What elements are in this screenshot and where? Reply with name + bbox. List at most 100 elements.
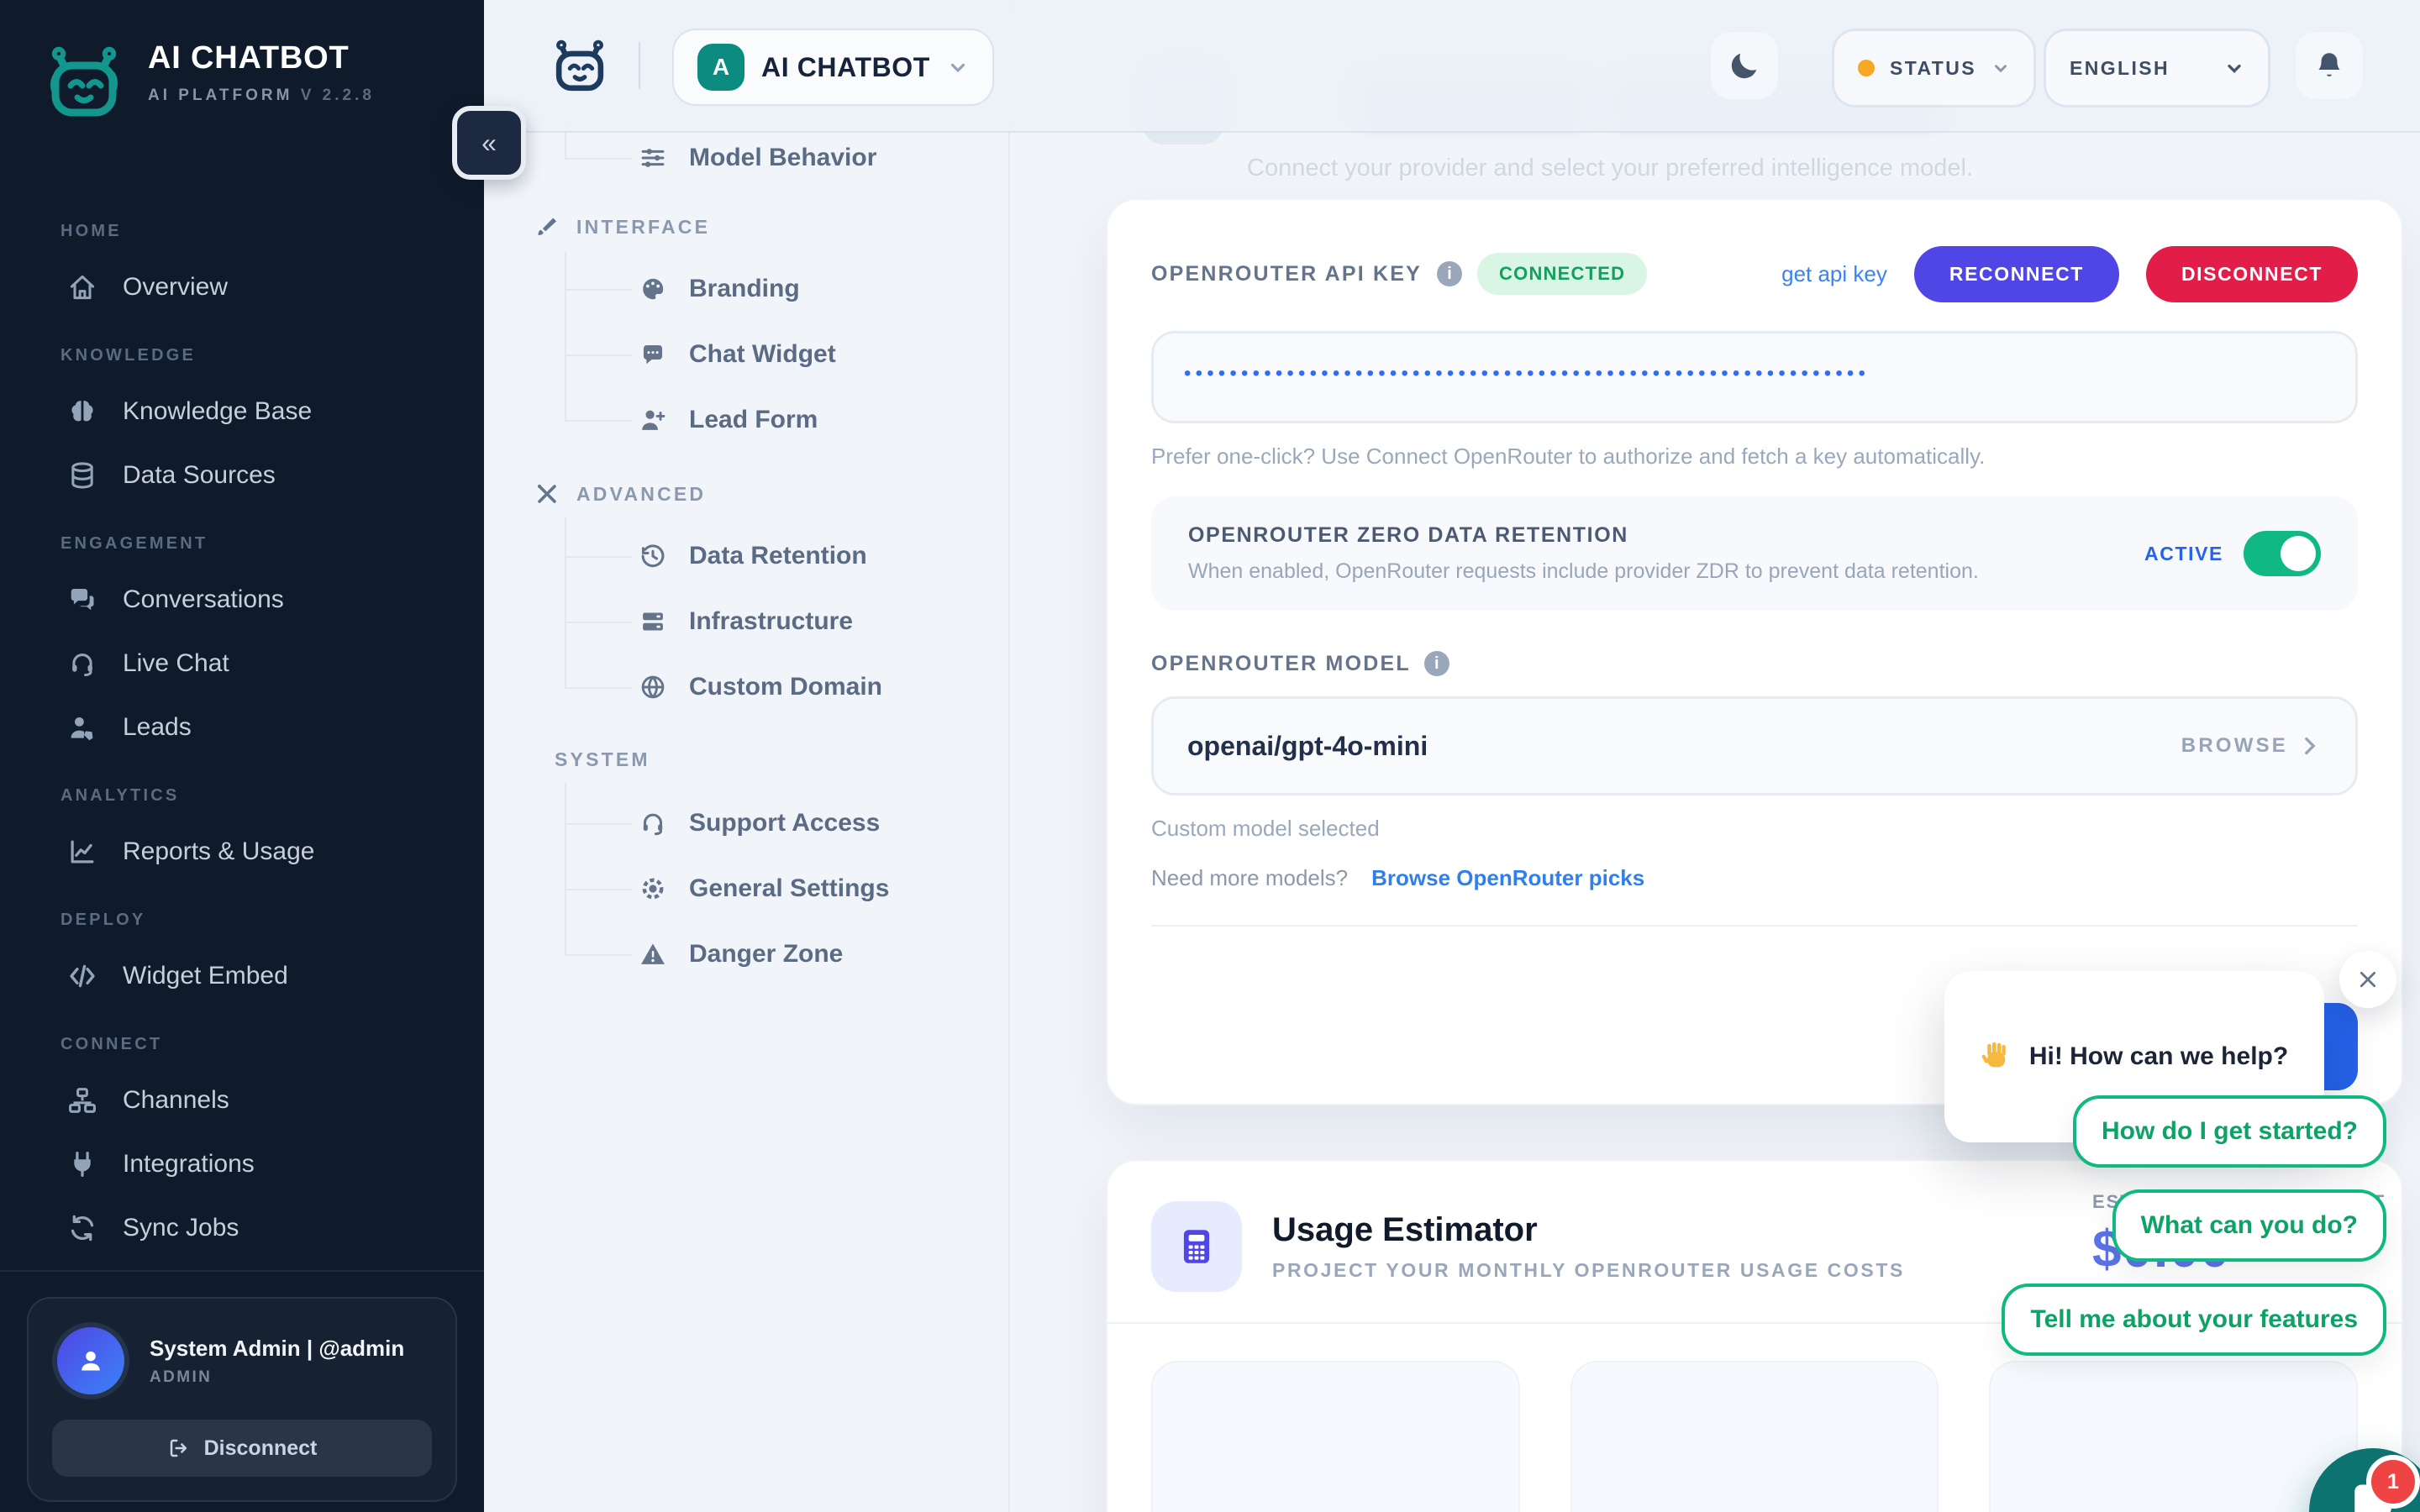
chat-suggestion-3[interactable]: Tell me about your features [2002,1284,2386,1356]
app-root: Connect your provider and select your pr… [0,0,2420,1512]
settings-item-support-access[interactable]: Support Access [639,798,880,848]
chat-close-button[interactable] [2339,951,2396,1008]
sidebar-item-channels[interactable]: Channels [0,1068,484,1132]
unread-count-badge: 1 [2366,1455,2420,1509]
sidebar-disconnect-button[interactable]: Disconnect [52,1420,432,1477]
section-connect: CONNECT [60,1035,484,1058]
stat-msgs-per-chat[interactable]: MSGS / CHAT [1570,1361,1939,1512]
api-key-input[interactable]: ••••••••••••••••••••••••••••••••••••••••… [1151,331,2358,423]
bot-selector-dropdown[interactable]: A AI CHATBOT [672,29,994,106]
brain-icon [67,396,97,427]
section-deploy: DEPLOY [60,911,484,934]
zdr-description: When enabled, OpenRouter requests includ… [1188,559,1979,584]
brand-subtitle: AI PLATFORM V 2.2.8 [148,87,375,105]
section-engagement: ENGAGEMENT [60,534,484,558]
primary-sidebar: AI CHATBOT AI PLATFORM V 2.2.8 HOME Over… [0,0,484,1512]
palette-icon [639,275,667,303]
stat-chats-per-day[interactable]: CHATS / DAY [1151,1361,1520,1512]
logout-icon [167,1436,191,1460]
dark-mode-toggle-button[interactable] [1711,32,1778,99]
zdr-toggle[interactable] [2244,531,2321,576]
info-icon: i [1424,651,1449,676]
get-api-key-link[interactable]: get api key [1781,261,1887,287]
info-icon: i [1437,261,1462,286]
sidebar-item-live-chat[interactable]: Live Chat [0,632,484,696]
close-icon [2356,968,2380,991]
robot-logo-icon [40,40,128,128]
bot-selector-label: AI CHATBOT [761,52,930,83]
api-key-header-row: OPENROUTER API KEY i CONNECTED get api k… [1151,244,2358,304]
browse-models-button[interactable]: BROWSE [2181,734,2322,758]
tools-icon [534,481,560,507]
settings-group-system: SYSTEM [555,734,650,785]
sidebar-item-sync-jobs[interactable]: Sync Jobs [0,1196,484,1260]
language-label: ENGLISH [2070,57,2170,80]
topbar: A AI CHATBOT STATUS ENGLISH [484,0,2420,133]
server-icon [639,607,667,636]
settings-item-danger-zone[interactable]: Danger Zone [639,929,843,979]
reconnect-button[interactable]: RECONNECT [1914,246,2119,302]
sidebar-item-leads[interactable]: Leads [0,696,484,759]
chat-suggestion-2[interactable]: What can you do? [2112,1189,2386,1262]
settings-item-lead-form[interactable]: Lead Form [639,395,818,445]
disconnect-button[interactable]: DISCONNECT [2146,246,2358,302]
sidebar-item-integrations[interactable]: Integrations [0,1132,484,1196]
settings-item-branding[interactable]: Branding [639,264,800,314]
notifications-button[interactable] [2296,32,2363,99]
sidebar-item-knowledge-base[interactable]: Knowledge Base [0,380,484,444]
sidebar-item-data-sources[interactable]: Data Sources [0,444,484,507]
card-divider [1151,925,2358,927]
status-dropdown[interactable]: STATUS [1832,29,2036,108]
sidebar-divider [0,1270,484,1272]
sidebar-item-conversations[interactable]: Conversations [0,568,484,632]
settings-item-general-settings[interactable]: General Settings [639,864,889,914]
warning-icon [639,940,667,969]
user-tag-icon [67,712,97,743]
paintbrush-icon [534,214,560,239]
section-home: HOME [60,222,484,245]
headset-icon [639,809,667,837]
chat-bubble-icon [639,340,667,369]
user-role: ADMIN [150,1368,404,1387]
api-key-label: OPENROUTER API KEY [1151,262,1422,286]
section-knowledge: KNOWLEDGE [60,346,484,370]
settings-item-infrastructure[interactable]: Infrastructure [639,596,853,647]
settings-item-chat-widget[interactable]: Chat Widget [639,329,836,380]
user-plus-icon [639,406,667,434]
chart-line-icon [67,837,97,867]
sync-icon [67,1213,97,1243]
home-icon [67,272,97,302]
bell-icon [2312,49,2346,82]
browse-openrouter-picks-link[interactable]: Browse OpenRouter picks [1371,865,1644,891]
sidebar-item-widget-embed[interactable]: Widget Embed [0,944,484,1008]
user-icon [76,1346,106,1376]
language-dropdown[interactable]: ENGLISH [2044,29,2270,108]
stat-avg-tokens-per-msg[interactable]: AVG. TOKENS / MSG i [1989,1361,2358,1512]
masked-api-key: ••••••••••••••••••••••••••••••••••••••••… [1184,362,1870,386]
status-dot-icon [1858,60,1875,76]
brand-title: AI CHATBOT [148,40,375,76]
avatar [52,1322,129,1399]
headset-icon [67,648,97,679]
clock-history-icon [639,542,667,570]
model-label: OPENROUTER MODEL [1151,652,1411,676]
more-models-text: Need more models? [1151,865,1348,891]
conversations-icon [67,585,97,615]
globe-icon [639,673,667,701]
chat-greeting-text: Hi! How can we help? [2029,1042,2288,1071]
model-select-field[interactable]: openai/gpt-4o-mini BROWSE [1151,696,2358,795]
sidebar-item-overview[interactable]: Overview [0,255,484,319]
settings-item-data-retention[interactable]: Data Retention [639,531,867,581]
calculator-icon [1151,1201,1242,1292]
model-value: openai/gpt-4o-mini [1187,731,1428,762]
settings-item-custom-domain[interactable]: Custom Domain [639,662,882,712]
zdr-panel: OPENROUTER ZERO DATA RETENTION When enab… [1151,496,2358,611]
chat-suggestion-1[interactable]: How do I get started? [2073,1095,2386,1168]
sidebar-nav: HOME Overview KNOWLEDGE Knowledge Base D… [0,128,484,1260]
settings-item-model-behavior[interactable]: Model Behavior [639,133,876,183]
settings-group-interface: INTERFACE [534,202,710,252]
sidebar-collapse-button[interactable]: « [452,106,526,180]
sidebar-item-reports-usage[interactable]: Reports & Usage [0,820,484,884]
sitemap-icon [67,1085,97,1116]
code-icon [67,961,97,991]
